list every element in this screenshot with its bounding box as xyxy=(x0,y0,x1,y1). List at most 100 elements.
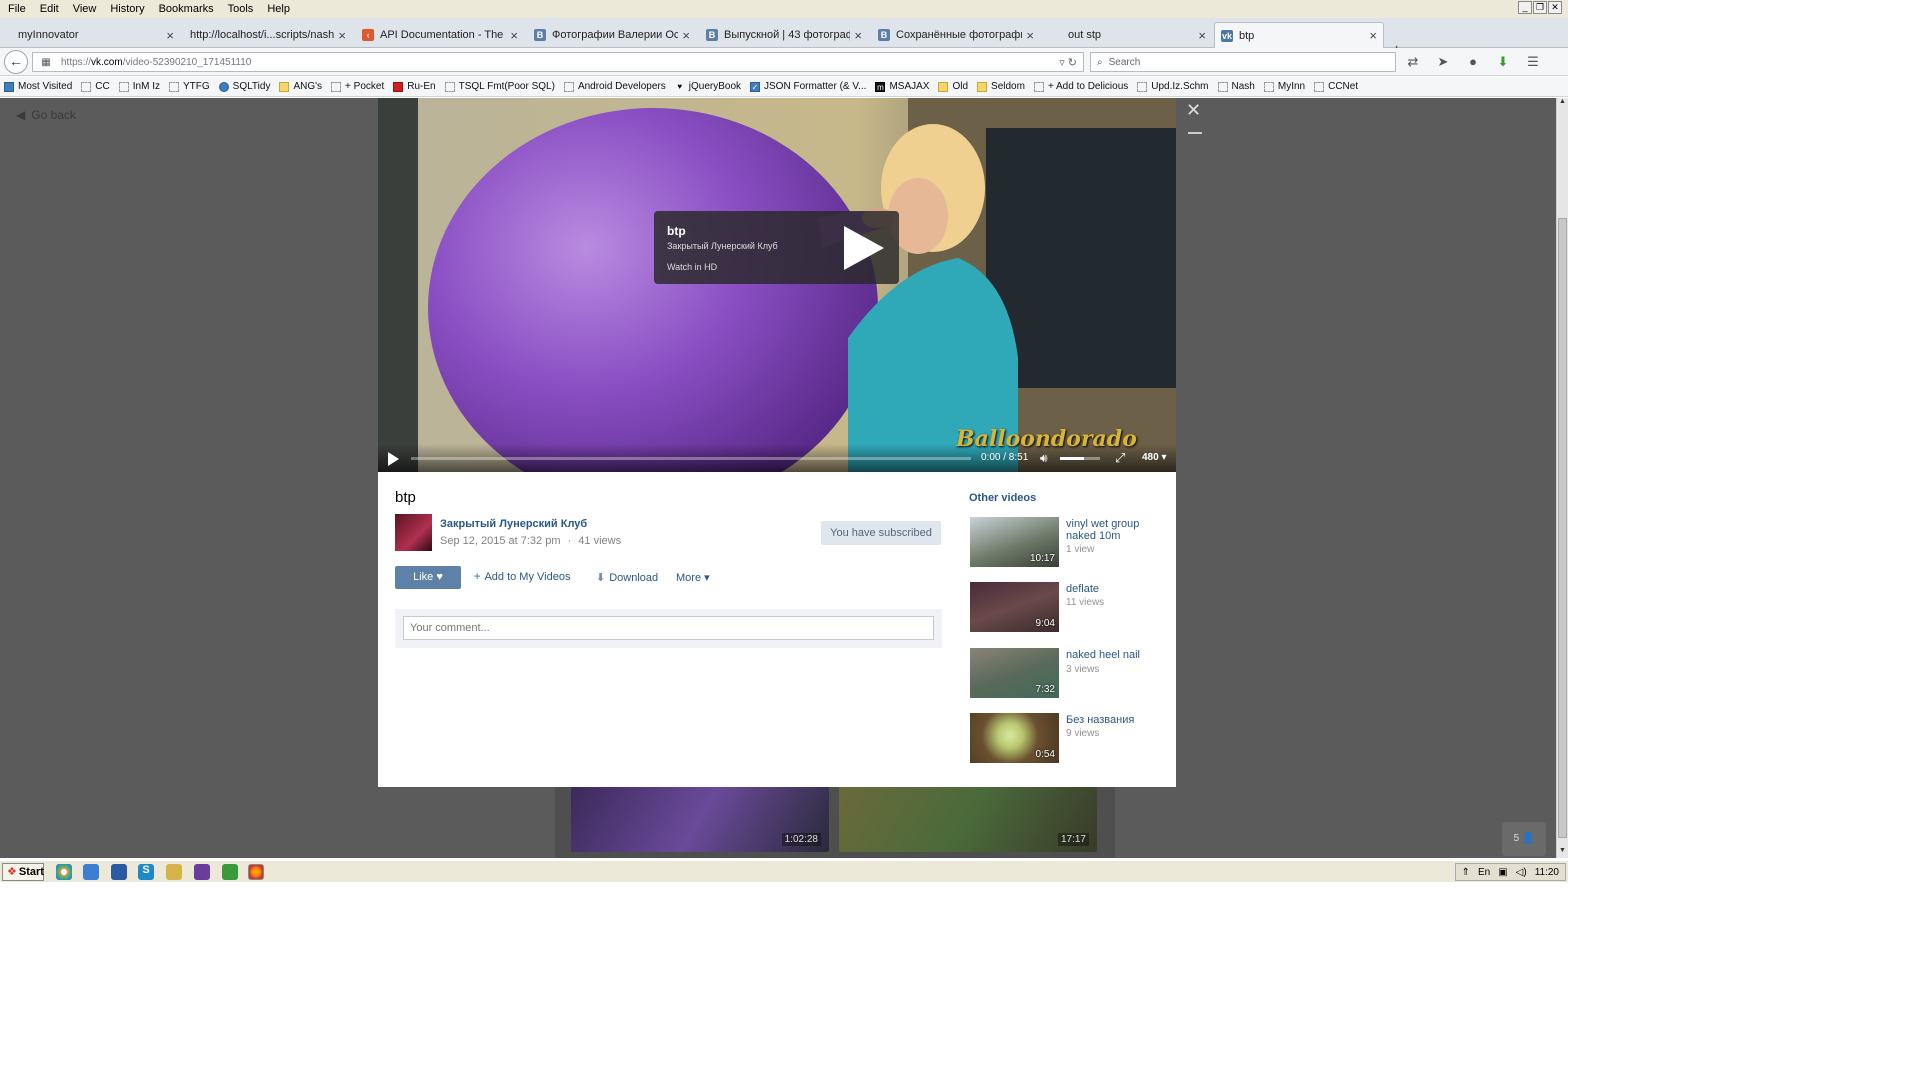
speaker-icon[interactable]: ◁) xyxy=(1516,867,1527,878)
menu-history[interactable]: History xyxy=(106,3,148,15)
restore-button[interactable]: ❐ xyxy=(1533,1,1547,14)
add-to-my-videos-button[interactable]: + Add to My Videos xyxy=(474,571,570,583)
big-play-icon[interactable] xyxy=(844,226,884,270)
bookmark-nash[interactable]: Nash xyxy=(1217,81,1255,92)
scroll-down-icon[interactable]: ▼ xyxy=(1557,847,1568,858)
app-taskbar-icon[interactable] xyxy=(166,864,182,880)
volume-icon[interactable]: 🔊︎ xyxy=(1040,451,1048,466)
close-window-button[interactable]: ✕ xyxy=(1548,1,1562,14)
download-button[interactable]: ⬇ Download xyxy=(596,571,658,584)
bookmark-android-developers[interactable]: Android Developers xyxy=(563,81,666,92)
menu-view[interactable]: View xyxy=(69,3,101,15)
video-player[interactable]: btp Закрытый Лунерский Клуб Watch in HD … xyxy=(378,98,1176,472)
tab-close-icon[interactable]: × xyxy=(682,28,690,43)
tab-btp[interactable]: vk btp × xyxy=(1214,22,1384,48)
page-scrollbar[interactable]: ▲ ▼ xyxy=(1556,98,1568,858)
other-video-title[interactable]: naked heel nail xyxy=(1066,649,1156,661)
tab-close-icon[interactable]: × xyxy=(166,28,174,43)
ie-taskbar-icon[interactable] xyxy=(83,864,99,880)
bookmark-upd-iz-schm[interactable]: Upd.Iz.Schm xyxy=(1137,81,1209,92)
menu-edit[interactable]: Edit xyxy=(36,3,63,15)
other-video-item[interactable]: 10:17 vinyl wet group naked 10m 1 view xyxy=(970,517,1159,567)
bookmark-angs[interactable]: ANG's xyxy=(279,81,322,92)
tab-out-stp[interactable]: out stp × xyxy=(1044,22,1212,48)
bookmark-tsql-fmt[interactable]: TSQL Fmt(Poor SQL) xyxy=(444,81,555,92)
volume-slider[interactable] xyxy=(1060,457,1100,460)
bookmark-cc[interactable]: CC xyxy=(81,81,110,92)
other-video-item[interactable]: 0:54 Без названия 9 views xyxy=(970,713,1159,763)
tab-close-icon[interactable]: × xyxy=(1026,28,1034,43)
send-icon[interactable]: ➤ xyxy=(1434,54,1452,70)
play-icon[interactable] xyxy=(388,452,399,466)
scroll-up-icon[interactable]: ▲ xyxy=(1557,98,1568,109)
chat-icon[interactable]: ● xyxy=(1464,54,1482,70)
like-button[interactable]: Like ♥ xyxy=(395,566,461,589)
other-video-title[interactable]: Без названия xyxy=(1066,714,1156,726)
site-info-icon[interactable]: ▦ xyxy=(39,57,53,68)
tab-close-icon[interactable]: × xyxy=(1198,28,1206,43)
bookmark-msajax[interactable]: m MSAJAX xyxy=(875,81,929,92)
visual-studio-taskbar-icon[interactable] xyxy=(194,864,210,880)
bookmark-ytfg[interactable]: YTFG xyxy=(168,81,210,92)
online-users-badge[interactable]: 5 👤 xyxy=(1502,822,1546,856)
start-button[interactable]: ❖ Start xyxy=(2,863,44,881)
firefox-taskbar-icon[interactable] xyxy=(248,864,264,880)
avatar[interactable] xyxy=(395,514,432,551)
tab-close-icon[interactable]: × xyxy=(338,28,346,43)
go-back-link[interactable]: ◀ Go back xyxy=(16,108,82,122)
bookmark-inm-iz[interactable]: InM Iz xyxy=(118,81,160,92)
owner-link[interactable]: Закрытый Лунерский Клуб xyxy=(440,518,587,530)
bookmark-ccnet[interactable]: CCNet xyxy=(1314,81,1358,92)
menu-file[interactable]: File xyxy=(4,3,30,15)
video-thumbnail[interactable]: 9:04 xyxy=(970,582,1059,632)
bookmark-old[interactable]: Old xyxy=(938,81,968,92)
reload-icon[interactable]: ▿ ↻ xyxy=(1059,56,1077,69)
tab-nash-aspx[interactable]: http://localhost/i...scripts/nash.aspx × xyxy=(184,22,352,48)
scrollbar-thumb[interactable] xyxy=(1558,218,1567,838)
progress-bar[interactable] xyxy=(411,457,971,460)
bookmark-ru-en[interactable]: Ru-En xyxy=(393,81,436,92)
subscribed-button[interactable]: You have subscribed xyxy=(821,521,941,545)
quality-selector[interactable]: 480 ▾ xyxy=(1142,452,1166,463)
menu-tools[interactable]: Tools xyxy=(224,3,258,15)
background-video-thumb[interactable]: 1:02:28 xyxy=(571,786,829,852)
minimize-video-icon[interactable] xyxy=(1188,132,1202,134)
back-arrow-icon[interactable]: ← xyxy=(4,50,28,74)
menu-bookmarks[interactable]: Bookmarks xyxy=(155,3,218,15)
bookmark-sqltidy[interactable]: SQLTidy xyxy=(218,81,270,92)
language-indicator[interactable]: En xyxy=(1478,867,1490,878)
url-bar[interactable]: ▦ https://vk.com/video-52390210_17145111… xyxy=(32,52,1084,72)
bookmark-json-formatter[interactable]: ✓ JSON Formatter (& V... xyxy=(750,81,866,92)
windows-explorer-taskbar-icon[interactable] xyxy=(111,864,127,880)
comment-input[interactable]: Your comment... xyxy=(403,616,934,640)
tab-vk-saved-photos[interactable]: B Сохранённые фотографии ... × xyxy=(872,22,1040,48)
tab-vk-photos-valeria[interactable]: B Фотографии Валерии Осипо... × xyxy=(528,22,696,48)
tab-close-icon[interactable]: × xyxy=(854,28,862,43)
watch-in-hd-link[interactable]: Watch in HD xyxy=(667,262,717,272)
tab-vk-graduation[interactable]: B Выпускной | 43 фотографии × xyxy=(700,22,868,48)
tray-expand-icon[interactable]: ⇑ xyxy=(1462,867,1470,878)
download-arrow-icon[interactable]: ⬇ xyxy=(1494,54,1512,70)
tab-api-documentation[interactable]: ‹ API Documentation - The Doj... × xyxy=(356,22,524,48)
video-info-overlay[interactable]: btp Закрытый Лунерский Клуб Watch in HD xyxy=(654,211,899,284)
more-button[interactable]: More ▾ xyxy=(676,571,710,584)
video-thumbnail[interactable]: 0:54 xyxy=(970,713,1059,763)
fullscreen-icon[interactable]: ⤢ xyxy=(1115,450,1125,466)
bookmark-myinn[interactable]: MyInn xyxy=(1263,81,1305,92)
bookmark-most-visited[interactable]: Most Visited xyxy=(4,81,72,92)
bookmark-add-to-delicious[interactable]: + Add to Delicious xyxy=(1033,81,1128,92)
search-box[interactable]: ⌕ Search xyxy=(1090,52,1396,72)
sync-icon[interactable]: ⇄ xyxy=(1404,54,1422,70)
menu-help[interactable]: Help xyxy=(263,3,294,15)
bookmark-seldom[interactable]: Seldom xyxy=(977,81,1025,92)
close-modal-icon[interactable]: ✕ xyxy=(1186,100,1201,121)
other-video-item[interactable]: 7:32 naked heel nail 3 views xyxy=(970,648,1159,698)
other-video-item[interactable]: 9:04 deflate 11 views xyxy=(970,582,1159,632)
video-thumbnail[interactable]: 10:17 xyxy=(970,517,1059,567)
tab-close-icon[interactable]: × xyxy=(510,28,518,43)
bookmark-jquerybook[interactable]: ♥ jQueryBook xyxy=(675,81,741,92)
video-thumbnail[interactable]: 7:32 xyxy=(970,648,1059,698)
hamburger-menu-icon[interactable]: ☰ xyxy=(1524,54,1542,70)
network-icon[interactable]: ▣ xyxy=(1498,867,1507,878)
overlay-channel[interactable]: Закрытый Лунерский Клуб xyxy=(667,241,778,251)
